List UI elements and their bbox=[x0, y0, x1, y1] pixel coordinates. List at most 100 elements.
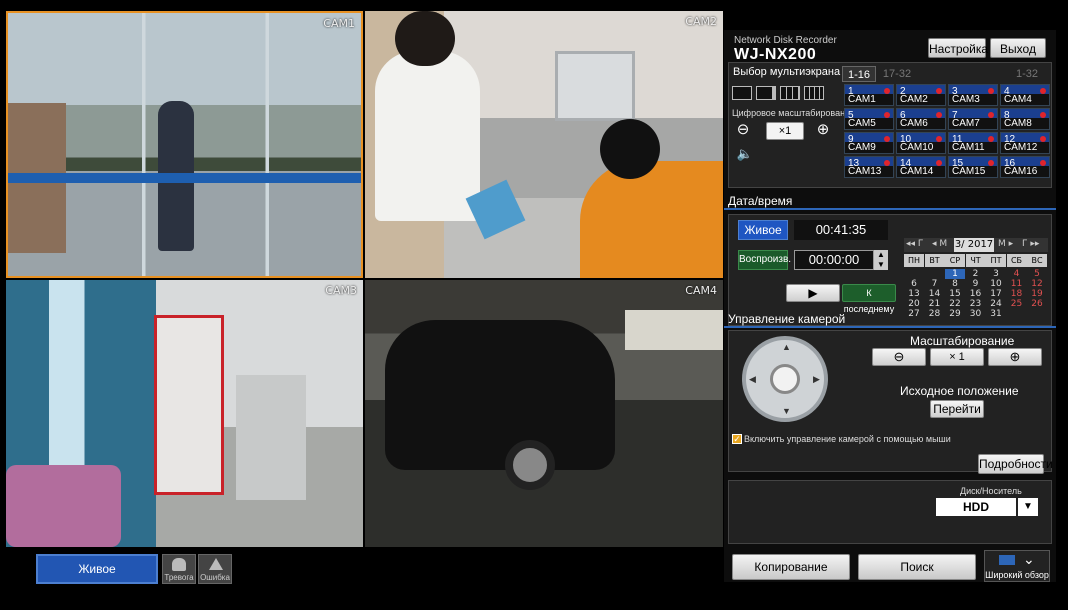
settings-button[interactable]: Настройка bbox=[928, 38, 988, 58]
calendar-day[interactable]: 20 bbox=[904, 299, 924, 309]
weekday-header: ЧТ bbox=[965, 254, 986, 267]
register-monitor bbox=[555, 51, 635, 121]
calendar-day[interactable]: 19 bbox=[1027, 289, 1047, 299]
camera-select-cell[interactable]: 9 CAM9 bbox=[844, 132, 894, 154]
calendar-day[interactable]: 9 bbox=[966, 279, 986, 289]
layout-1-icon[interactable] bbox=[732, 86, 752, 100]
tab-1-32[interactable]: 1-32 bbox=[1010, 66, 1044, 82]
ptz-zoom-in-icon[interactable]: ⊕ bbox=[988, 348, 1042, 366]
arrow-down-icon[interactable]: ▼ bbox=[782, 406, 791, 416]
arrow-left-icon[interactable]: ◀ bbox=[749, 374, 756, 385]
calendar-day[interactable]: 12 bbox=[1027, 279, 1047, 289]
calendar-day[interactable]: 3 bbox=[986, 269, 1006, 279]
wide-view-button[interactable]: ⌄ Широкий обзор bbox=[984, 550, 1050, 582]
layout-16-icon[interactable] bbox=[804, 86, 824, 100]
chevron-down-icon[interactable]: ▼ bbox=[1018, 498, 1038, 516]
camera-select-cell[interactable]: 1 CAM1 bbox=[844, 84, 894, 106]
speaker-icon[interactable]: 🔈 bbox=[734, 146, 756, 164]
calendar-day[interactable]: 26 bbox=[1027, 299, 1047, 309]
customer-head bbox=[395, 11, 455, 66]
weekday-header: ВТ bbox=[924, 254, 945, 267]
calendar-day[interactable]: 5 bbox=[1027, 269, 1047, 279]
camera-view-2[interactable]: CAM2 bbox=[365, 11, 723, 278]
calendar-day[interactable]: 17 bbox=[986, 289, 1006, 299]
error-button[interactable]: Ошибка bbox=[198, 554, 232, 584]
chevron-down-icon[interactable]: ⌄ bbox=[1023, 551, 1035, 568]
camera-select-cell[interactable]: 2 CAM2 bbox=[896, 84, 946, 106]
calendar-day[interactable]: 1 bbox=[945, 269, 965, 279]
ptz-center-knob[interactable] bbox=[770, 364, 800, 394]
calendar-day[interactable]: 10 bbox=[986, 279, 1006, 289]
playback-time-input[interactable]: 00:00:00 bbox=[794, 250, 874, 270]
camera-select-cell[interactable]: 7 CAM7 bbox=[948, 108, 998, 130]
camera-select-cell[interactable]: 13 CAM13 bbox=[844, 156, 894, 178]
disk-select[interactable]: HDD bbox=[936, 498, 1016, 516]
next-year-button[interactable]: Г ▸▸ bbox=[1022, 239, 1039, 249]
copy-button[interactable]: Копирование bbox=[732, 554, 850, 580]
calendar-day[interactable]: 2 bbox=[966, 269, 986, 279]
camera-select-cell[interactable]: 6 CAM6 bbox=[896, 108, 946, 130]
camera-select-cell[interactable]: 16 CAM16 bbox=[1000, 156, 1050, 178]
tab-17-32[interactable]: 17-32 bbox=[880, 66, 914, 82]
camera-select-cell[interactable]: 8 CAM8 bbox=[1000, 108, 1050, 130]
camera-view-3[interactable]: CAM3 bbox=[6, 280, 363, 547]
datetime-header: Дата/время bbox=[724, 192, 1056, 210]
alarm-button[interactable]: Тревога bbox=[162, 554, 196, 584]
calendar-day[interactable]: 8 bbox=[945, 279, 965, 289]
ptz-zoom-out-icon[interactable]: ⊖ bbox=[872, 348, 926, 366]
calendar-day[interactable]: 4 bbox=[1007, 269, 1027, 279]
street-light bbox=[625, 310, 723, 350]
to-last-button[interactable]: К последнему bbox=[842, 284, 896, 314]
camera-select-cell[interactable]: 12 CAM12 bbox=[1000, 132, 1050, 154]
camera-name: CAM10 bbox=[897, 142, 945, 153]
calendar-day[interactable]: 6 bbox=[904, 279, 924, 289]
details-button[interactable]: Подробности bbox=[978, 454, 1053, 474]
calendar-day[interactable]: 18 bbox=[1007, 289, 1027, 299]
ptz-joystick[interactable]: ▲ ▼ ◀ ▶ bbox=[742, 336, 828, 422]
camera-select-cell[interactable]: 14 CAM14 bbox=[896, 156, 946, 178]
camera-select-cell[interactable]: 3 CAM3 bbox=[948, 84, 998, 106]
alarm-bell-icon bbox=[172, 558, 186, 571]
exit-button[interactable]: Выход bbox=[990, 38, 1046, 58]
camera-view-1[interactable]: CAM1 bbox=[6, 11, 363, 278]
calendar: ◂◂ Г ◂ М 3/ 2017 М ▸ Г ▸▸ ПН ВТ СР ЧТ ПТ СБ ВС… bbox=[904, 238, 1048, 320]
next-month-button[interactable]: М ▸ bbox=[998, 239, 1013, 249]
layout-4-icon[interactable] bbox=[756, 86, 776, 100]
calendar-day[interactable]: 16 bbox=[966, 289, 986, 299]
calendar-day[interactable]: 25 bbox=[1007, 299, 1027, 309]
calendar-day[interactable]: 21 bbox=[925, 299, 945, 309]
camera-name: CAM12 bbox=[1001, 142, 1049, 153]
zoom-in-icon[interactable]: ⊕ bbox=[812, 122, 834, 140]
camera-select-cell[interactable]: 5 CAM5 bbox=[844, 108, 894, 130]
calendar-day[interactable]: 7 bbox=[925, 279, 945, 289]
prev-month-button[interactable]: ◂ М bbox=[932, 239, 947, 249]
arrow-right-icon[interactable]: ▶ bbox=[813, 374, 820, 385]
live-mode-button[interactable]: Живое bbox=[36, 554, 158, 584]
calendar-day[interactable]: 22 bbox=[945, 299, 965, 309]
time-spinner[interactable]: ▲ ▼ bbox=[874, 250, 888, 270]
camera-select-cell[interactable]: 15 CAM15 bbox=[948, 156, 998, 178]
calendar-day[interactable]: 11 bbox=[1007, 279, 1027, 289]
multiscreen-title: Выбор мультиэкрана bbox=[733, 66, 841, 78]
camera-view-4[interactable]: CAM4 bbox=[365, 280, 723, 547]
mouse-control-checkbox[interactable]: ✓ bbox=[732, 434, 742, 444]
calendar-day[interactable]: 14 bbox=[925, 289, 945, 299]
layout-9-icon[interactable] bbox=[780, 86, 800, 100]
camera-select-cell[interactable]: 4 CAM4 bbox=[1000, 84, 1050, 106]
camera-select-cell[interactable]: 11 CAM11 bbox=[948, 132, 998, 154]
tab-1-16[interactable]: 1-16 bbox=[842, 66, 876, 82]
zoom-out-icon[interactable]: ⊖ bbox=[732, 122, 754, 140]
calendar-day[interactable]: 24 bbox=[986, 299, 1006, 309]
go-home-button[interactable]: Перейти bbox=[930, 400, 984, 418]
live-time-button[interactable]: Живое bbox=[738, 220, 788, 240]
calendar-day[interactable]: 13 bbox=[904, 289, 924, 299]
calendar-day[interactable]: 15 bbox=[945, 289, 965, 299]
playback-button[interactable]: Воспроизв. bbox=[738, 250, 791, 270]
play-button[interactable]: ▶ bbox=[786, 284, 840, 302]
calendar-day bbox=[925, 269, 945, 279]
prev-year-button[interactable]: ◂◂ Г bbox=[906, 239, 923, 249]
arrow-up-icon[interactable]: ▲ bbox=[782, 342, 791, 352]
calendar-day[interactable]: 23 bbox=[966, 299, 986, 309]
camera-select-cell[interactable]: 10 CAM10 bbox=[896, 132, 946, 154]
search-button[interactable]: Поиск bbox=[858, 554, 976, 580]
